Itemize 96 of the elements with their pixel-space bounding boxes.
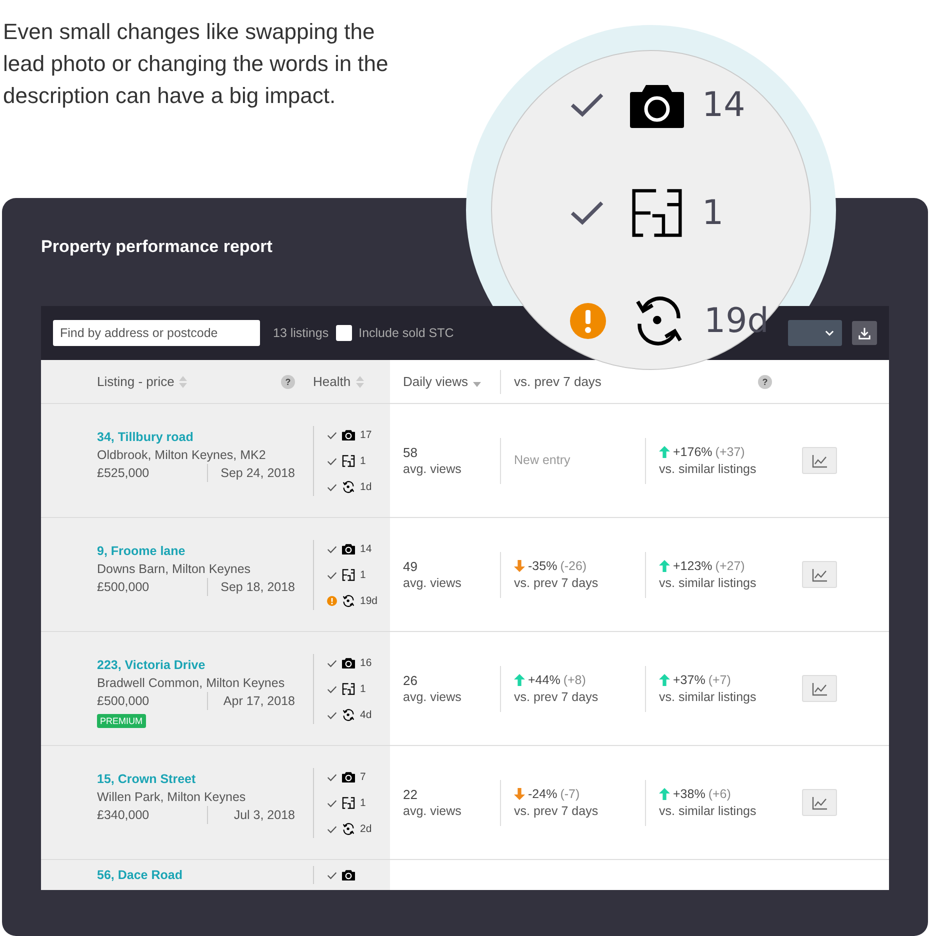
health-value: 1: [360, 683, 366, 695]
change-percent: -35%: [528, 558, 558, 574]
include-sold-checkbox[interactable]: [336, 325, 352, 341]
health-value: 1: [702, 193, 724, 233]
chart-button[interactable]: [802, 789, 837, 816]
listing-area: Oldbrook, Milton Keynes, MK2: [97, 446, 266, 464]
comparison-label: vs. similar listings: [659, 574, 758, 592]
floorplan-icon: [342, 683, 355, 695]
health-value: 14: [360, 543, 372, 555]
intro-text: Even small changes like swapping the lead photo or changing the words in the description can have a big impact.: [3, 18, 390, 110]
column-header[interactable]: ?: [758, 372, 772, 392]
new-entry-text: New entry: [514, 452, 572, 469]
camera-icon: [342, 771, 355, 783]
refresh-icon: [342, 481, 355, 493]
daily-views-label: avg. views: [403, 574, 462, 592]
listing-area: Downs Barn, Milton Keynes: [97, 560, 251, 578]
listing-date: Jul 3, 2018: [232, 807, 295, 824]
comparison-label: vs. prev 7 days: [514, 688, 600, 706]
search-field[interactable]: Find by address or postcode: [53, 320, 260, 346]
refresh-icon: [342, 709, 355, 721]
daily-views-label: avg. views: [403, 688, 462, 706]
change-percent: +44%: [528, 672, 560, 688]
chart-button[interactable]: [802, 561, 837, 588]
checkbox-label: Include sold STC: [358, 326, 454, 340]
column-header[interactable]: Listing - price ?: [97, 372, 295, 392]
health-value: 1d: [360, 481, 372, 493]
floorplan-icon: [630, 188, 684, 238]
listing-area: Willen Park, Milton Keynes: [97, 788, 246, 806]
chart-button[interactable]: [802, 447, 837, 474]
download-button[interactable]: [852, 321, 877, 345]
health-value: 17: [360, 429, 372, 441]
camera-icon: [342, 657, 355, 669]
daily-views-label: avg. views: [403, 460, 462, 478]
comparison-label: vs. prev 7 days: [514, 802, 600, 820]
change-delta: (+8): [563, 672, 586, 688]
help-badge[interactable]: ?: [758, 374, 772, 388]
change-percent: -24%: [528, 786, 558, 802]
listing-date: Sep 24, 2018: [220, 465, 295, 482]
report-title: Property performance report: [41, 236, 274, 258]
camera-icon: [342, 869, 355, 881]
download-icon: [858, 326, 871, 340]
listing-date: Apr 17, 2018: [222, 693, 295, 710]
comparison-label: vs. similar listings: [659, 802, 758, 820]
change-delta: (+6): [708, 786, 731, 802]
camera-icon: [342, 543, 355, 555]
change-delta: (-26): [560, 558, 587, 574]
change-delta: (+7): [708, 672, 731, 688]
floorplan-icon: [342, 797, 355, 809]
listing-price: £500,000: [97, 692, 208, 710]
premium-tag: PREMIUM: [97, 714, 146, 728]
comparison-label: vs. similar listings: [659, 688, 758, 706]
floorplan-icon: [342, 455, 355, 467]
help-badge[interactable]: ?: [281, 374, 295, 388]
daily-views-label: avg. views: [403, 802, 462, 820]
change-percent: +38%: [673, 786, 706, 802]
change-percent: +176%: [673, 444, 712, 460]
change-percent: +123%: [673, 558, 712, 574]
line-chart-icon: [812, 682, 828, 696]
health-value: 1: [360, 569, 366, 581]
health-value: 19d: [360, 595, 378, 607]
chart-button[interactable]: [802, 675, 837, 702]
change-delta: (-7): [560, 786, 580, 802]
health-value: 19d: [704, 301, 769, 341]
column-header[interactable]: vs. prev 7 days: [500, 370, 645, 394]
change-delta: (+37): [715, 444, 745, 460]
health-value: 7: [360, 771, 366, 783]
change-delta: (+27): [715, 558, 745, 574]
listing-date: Sep 18, 2018: [220, 579, 295, 596]
daily-views-value: 49: [403, 558, 418, 574]
health-value: 1: [360, 455, 366, 467]
listing-price: £500,000: [97, 578, 208, 596]
line-chart-icon: [812, 568, 828, 582]
health-value: 4d: [360, 709, 372, 721]
health-value: 1: [360, 797, 366, 809]
refresh-icon: [342, 823, 355, 835]
daily-views-value: 22: [403, 786, 418, 802]
column-header[interactable]: Daily views: [403, 372, 482, 392]
floorplan-icon: [342, 569, 355, 581]
camera-icon: [342, 429, 355, 441]
daily-views-value: 58: [403, 444, 418, 460]
column-header[interactable]: Health: [313, 372, 364, 392]
health-value: 16: [360, 657, 372, 669]
comparison-label: vs. prev 7 days: [514, 574, 600, 592]
listing-price: £340,000: [97, 806, 208, 824]
listing-count: 13 listings: [273, 326, 329, 340]
refresh-icon: [342, 595, 355, 607]
change-percent: +37%: [673, 672, 706, 688]
line-chart-icon: [812, 796, 828, 810]
health-value: 14: [702, 85, 746, 125]
listing-price: £525,000: [97, 464, 208, 482]
health-value: 2d: [360, 823, 372, 835]
chevron-icon: [825, 330, 834, 336]
comparison-label: vs. similar listings: [659, 460, 758, 478]
daily-views-value: 26: [403, 672, 418, 688]
listing-area: Bradwell Common, Milton Keynes: [97, 674, 285, 692]
line-chart-icon: [812, 454, 828, 468]
